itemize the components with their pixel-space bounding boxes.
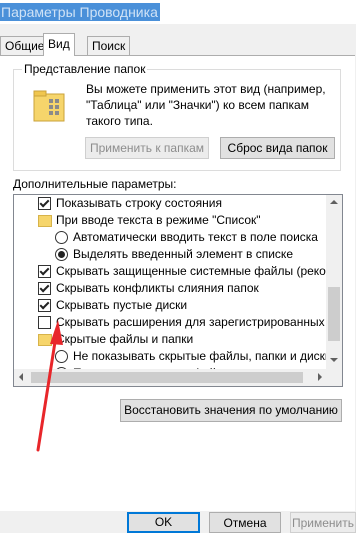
view-tab-panel: Представление папок Вы можете применить … xyxy=(0,55,355,512)
folder-view-group: Представление папок Вы можете применить … xyxy=(13,62,341,171)
restore-defaults-button[interactable]: Восстановить значения по умолчанию xyxy=(120,399,342,422)
scroll-down-icon[interactable] xyxy=(330,358,338,362)
advanced-settings-label: Дополнительные параметры: xyxy=(13,177,177,191)
reset-folders-button[interactable]: Сброс вида папок xyxy=(220,137,335,159)
scroll-up-icon[interactable] xyxy=(330,200,338,204)
folder-view-label: Представление папок xyxy=(22,62,148,76)
horizontal-scroll-thumb[interactable] xyxy=(31,372,303,383)
radio-button[interactable] xyxy=(55,350,68,363)
checkbox[interactable] xyxy=(38,265,51,278)
folder-icon xyxy=(38,215,52,227)
tab-search[interactable]: Поиск xyxy=(87,36,131,56)
apply-button[interactable]: Применить xyxy=(290,512,356,533)
window-title: Параметры Проводника xyxy=(0,3,160,21)
folder-view-icon xyxy=(33,90,65,122)
checkbox[interactable] xyxy=(38,299,51,312)
advanced-settings-list[interactable]: Показывать строку состояния При вводе те… xyxy=(13,194,343,387)
radio-button[interactable] xyxy=(55,231,68,244)
horizontal-scrollbar[interactable] xyxy=(14,369,342,386)
apply-to-folders-button[interactable]: Применить к папкам xyxy=(85,137,209,159)
cancel-button[interactable]: Отмена xyxy=(209,512,281,533)
ok-button[interactable]: OK xyxy=(127,512,200,533)
folder-view-description: Вы можете применить этот вид (например, … xyxy=(86,82,326,128)
radio-button[interactable] xyxy=(55,248,68,261)
hide-extensions-checkbox[interactable] xyxy=(38,316,51,329)
scroll-left-icon[interactable] xyxy=(19,373,23,381)
tab-strip: Общие Вид Поиск xyxy=(0,33,356,56)
title-bar: Параметры Проводника xyxy=(0,0,356,24)
tab-view[interactable]: Вид xyxy=(43,33,75,56)
scroll-thumb[interactable] xyxy=(328,287,340,341)
checkbox[interactable] xyxy=(38,197,51,210)
scroll-right-icon[interactable] xyxy=(318,373,322,381)
folder-icon xyxy=(38,334,52,346)
vertical-scrollbar[interactable] xyxy=(326,195,342,369)
checkbox[interactable] xyxy=(38,282,51,295)
